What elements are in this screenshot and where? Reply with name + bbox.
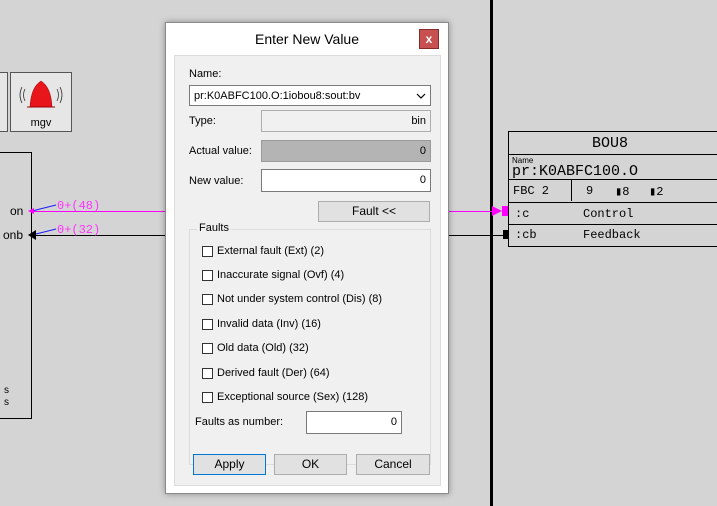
- fault-toggle-button[interactable]: Fault <<: [318, 201, 430, 222]
- diagram-divider-line: [490, 0, 493, 506]
- fault-inv-label: Invalid data (Inv) (16): [217, 318, 321, 330]
- name-row: Name pr:K0ABFC100.O: [509, 154, 717, 180]
- type-label: Type:: [189, 115, 216, 127]
- fault-sex-label: Exceptional source (Sex) (128): [217, 391, 369, 403]
- fbc-cell-3: ▮2: [649, 185, 664, 199]
- dialog-title: Enter New Value: [254, 31, 359, 47]
- partial-icon-box: [0, 72, 8, 132]
- fault-ext-label: External fault (Ext) (2): [217, 245, 324, 257]
- signal-onb-value: 0+(32): [57, 223, 101, 237]
- fault-ovf-label: Inaccurate signal (Ovf) (4): [217, 269, 345, 281]
- left-block-text-2: s: [4, 397, 9, 408]
- enter-new-value-dialog: Enter New Value x Name: pr:K0ABFC100.O:1…: [165, 22, 449, 494]
- control-wire: [447, 211, 492, 212]
- fbc-row: FBC 2 9 ▮8 ▮2: [509, 179, 717, 202]
- actual-value: 0: [419, 145, 426, 157]
- fault-der-checkbox[interactable]: [202, 368, 213, 379]
- port-control-pin: :c: [515, 207, 530, 221]
- fault-old-label: Old data (Old) (32): [217, 342, 309, 354]
- new-value-input[interactable]: 0: [261, 169, 431, 192]
- port-feedback-row[interactable]: :cb Feedback: [509, 224, 717, 246]
- chevron-down-icon: [416, 93, 426, 99]
- fault-dis-label: Not under system control (Dis) (8): [217, 293, 383, 305]
- fault-old-checkbox[interactable]: [202, 343, 213, 354]
- name-value: pr:K0ABFC100.O:1iobou8:sout:bv: [194, 90, 361, 102]
- bou8-function-block[interactable]: BOU8 Name pr:K0ABFC100.O FBC 2 9 ▮8 ▮2 :…: [508, 131, 717, 247]
- fault-sex-checkbox[interactable]: [202, 392, 213, 403]
- fault-der-label: Derived fault (Der) (64): [217, 367, 330, 379]
- fbc-divider: [571, 180, 572, 201]
- fbc-cell-1: 9: [586, 184, 594, 198]
- block-type: BOU8: [591, 135, 628, 152]
- mgv-label: mgv: [30, 117, 52, 129]
- bell-icon: [19, 80, 63, 108]
- apply-button[interactable]: Apply: [193, 454, 266, 475]
- port-feedback-pin: :cb: [515, 228, 537, 242]
- fault-ovf-checkbox[interactable]: [202, 270, 213, 281]
- fault-dis-checkbox[interactable]: [202, 294, 213, 305]
- left-block-text-1: s: [4, 385, 9, 396]
- signal-onb-wire: [36, 235, 166, 236]
- new-value-label: New value:: [189, 175, 244, 187]
- fbc-label: FBC 2: [513, 184, 550, 198]
- dialog-client-area: Name: pr:K0ABFC100.O:1iobou8:sout:bv Typ…: [174, 55, 441, 486]
- mgv-icon-button[interactable]: mgv: [10, 72, 72, 132]
- faults-number-label: Faults as number:: [195, 416, 284, 428]
- new-value: 0: [419, 174, 426, 186]
- type-value: bin: [411, 115, 426, 127]
- signal-on-value: 0+(48): [57, 199, 101, 213]
- port-feedback-label: Feedback: [583, 228, 641, 242]
- port-control-row[interactable]: :c Control: [509, 202, 717, 225]
- actual-value-field: 0: [261, 140, 431, 162]
- name-label: Name:: [189, 68, 222, 80]
- left-function-block[interactable]: s s: [0, 152, 32, 419]
- signal-onb-label: onb: [3, 228, 24, 242]
- signal-on-label: on: [10, 204, 24, 218]
- actual-value-label: Actual value:: [189, 145, 252, 157]
- block-name: pr:K0ABFC100.O: [512, 163, 639, 180]
- fbc-cell-2: ▮8: [615, 185, 630, 199]
- close-button[interactable]: x: [419, 29, 439, 49]
- port-control-label: Control: [583, 207, 634, 221]
- cancel-button[interactable]: Cancel: [356, 454, 430, 475]
- name-combobox[interactable]: pr:K0ABFC100.O:1iobou8:sout:bv: [189, 85, 431, 106]
- ok-button[interactable]: OK: [274, 454, 347, 475]
- faults-number-input[interactable]: 0: [306, 411, 402, 434]
- type-field: bin: [261, 110, 431, 132]
- fault-inv-checkbox[interactable]: [202, 319, 213, 330]
- fault-ext-checkbox[interactable]: [202, 246, 213, 257]
- faults-group-label: Faults: [197, 222, 231, 234]
- faults-number-value: 0: [390, 416, 397, 428]
